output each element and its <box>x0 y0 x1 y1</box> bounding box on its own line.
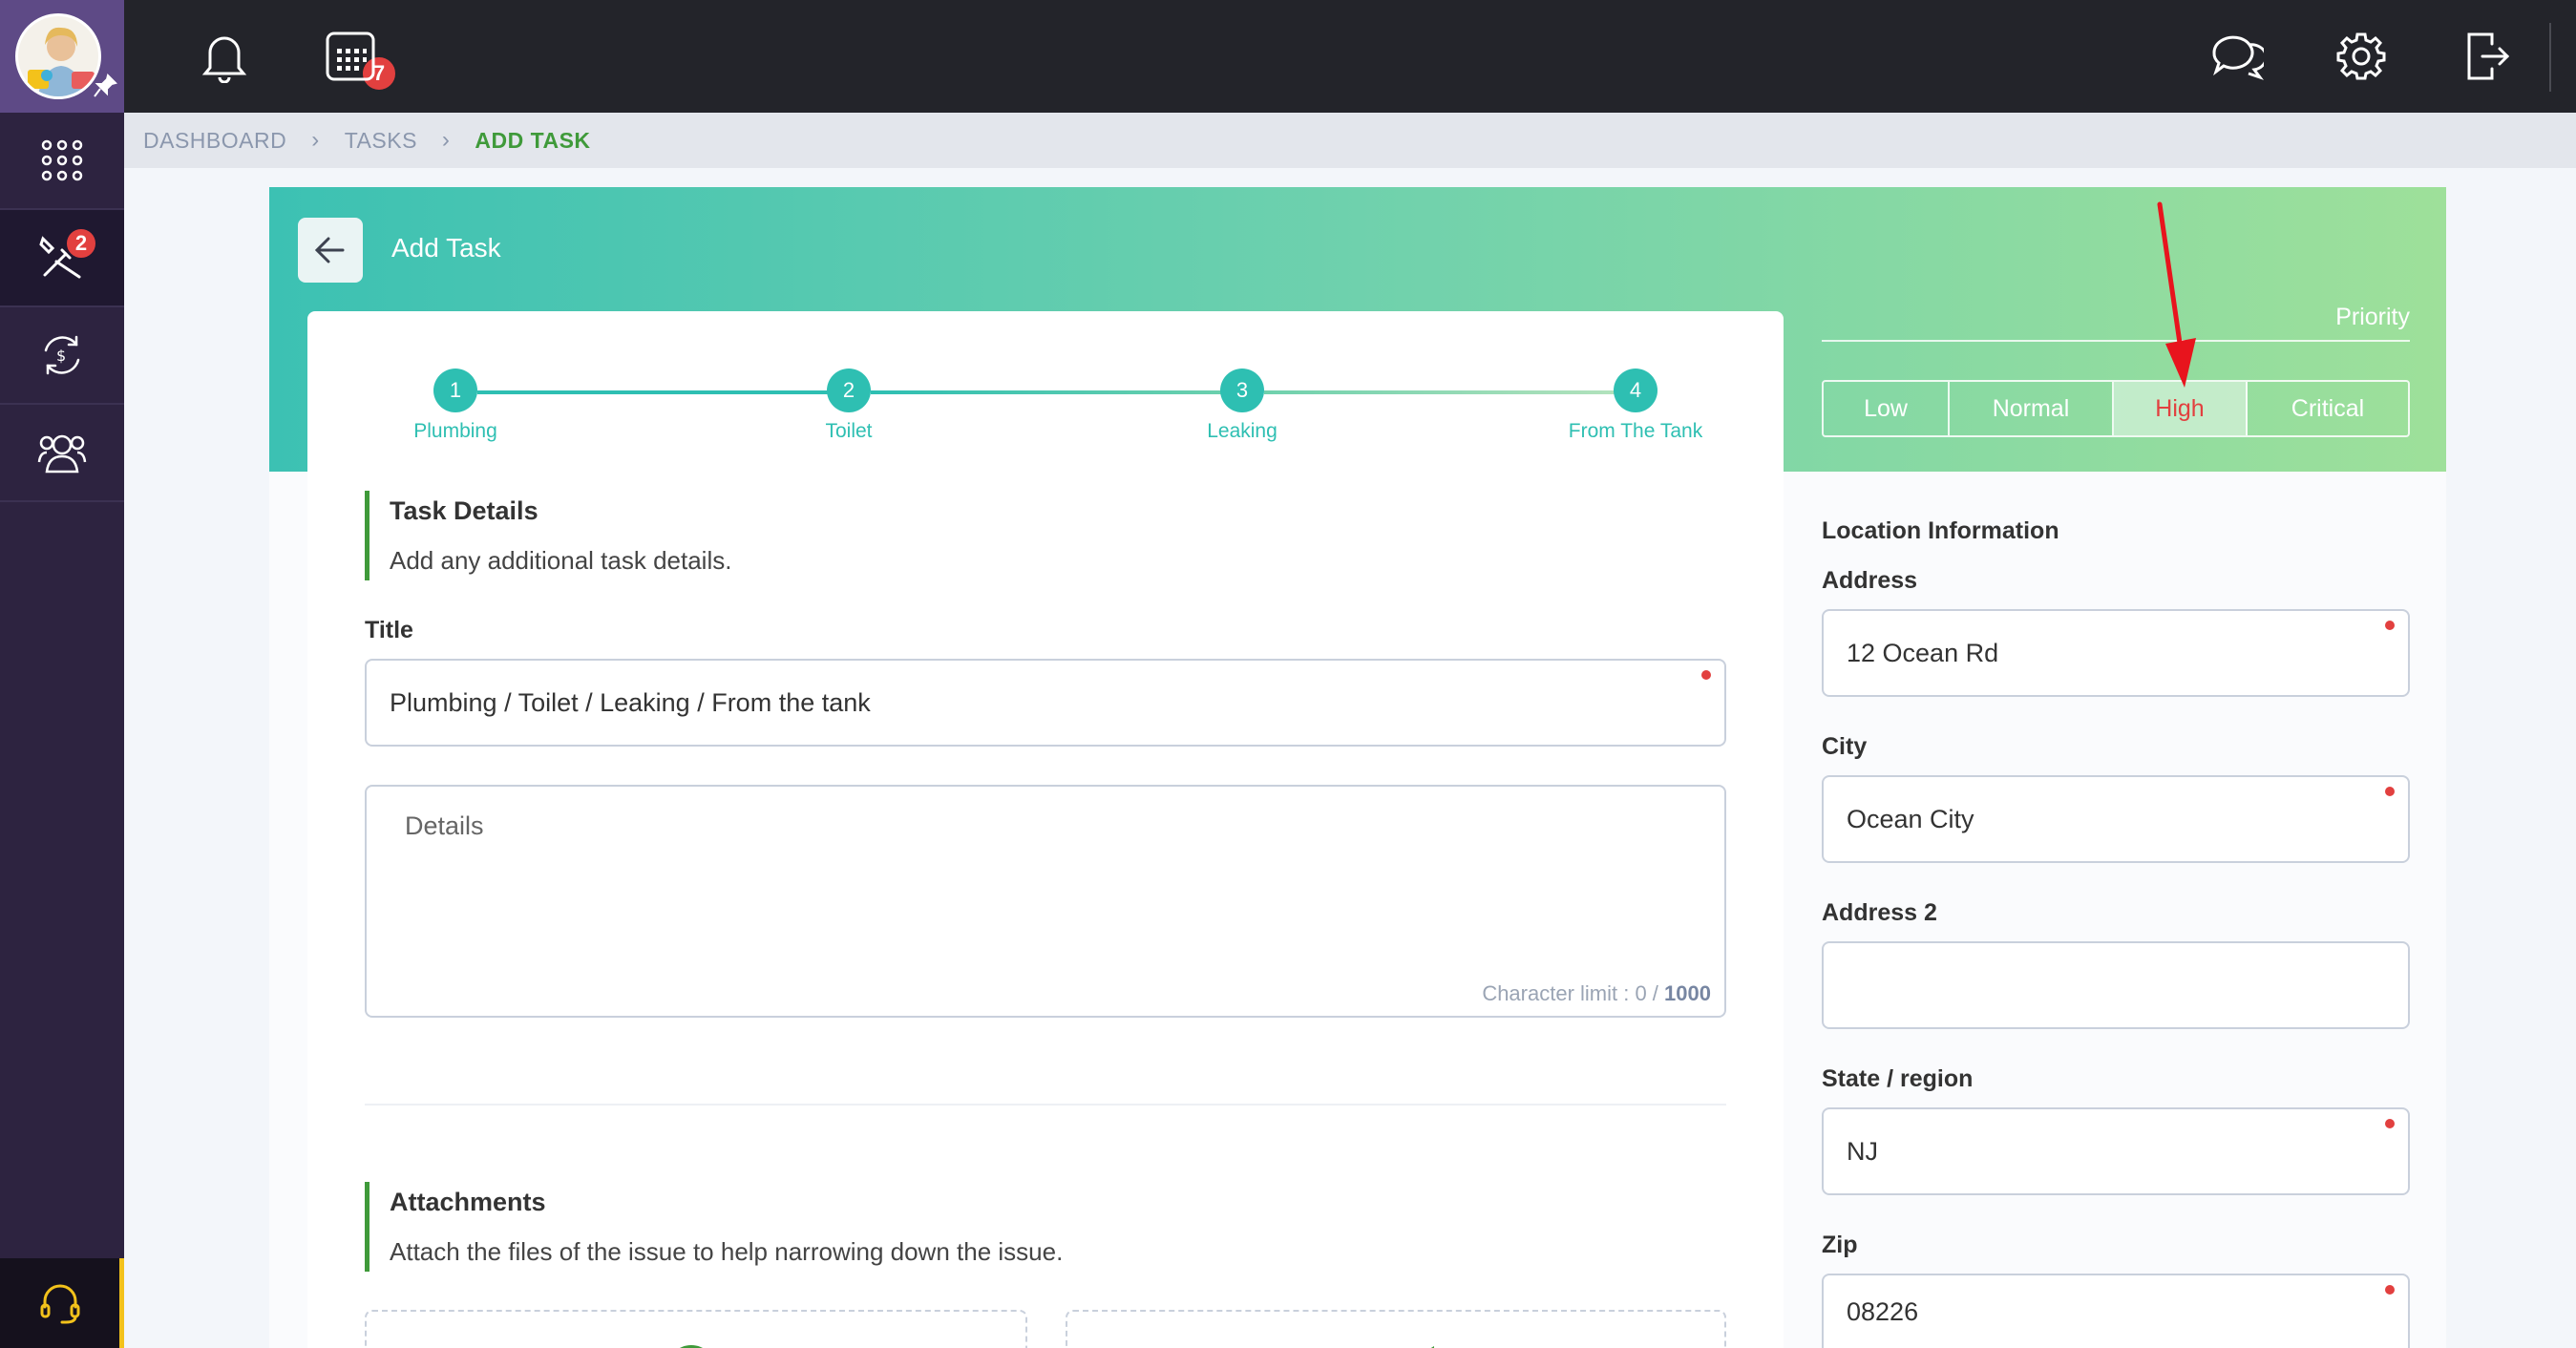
chat-button[interactable] <box>2206 25 2269 88</box>
step-3-label: Leaking <box>1207 420 1277 442</box>
address-input[interactable]: 12 Ocean Rd <box>1822 609 2410 697</box>
title-input-value: Plumbing / Toilet / Leaking / From the t… <box>390 687 871 717</box>
zip-label: Zip <box>1822 1232 1858 1258</box>
sidebar-item-billing[interactable]: $ <box>0 307 124 405</box>
topbar-divider <box>2549 23 2551 92</box>
top-bar: 7 <box>124 0 2576 113</box>
city-label: City <box>1822 733 1868 760</box>
stepper-line <box>871 390 1243 394</box>
pin-icon[interactable] <box>92 73 118 99</box>
details-placeholder: Details <box>405 811 484 840</box>
title-input[interactable]: Plumbing / Toilet / Leaking / From the t… <box>365 659 1726 747</box>
video-icon <box>1430 1346 1434 1348</box>
state-input-value: NJ <box>1847 1136 1878 1166</box>
step-4-dot[interactable]: 4 <box>1614 369 1658 412</box>
required-indicator <box>2385 621 2395 630</box>
zip-input[interactable]: 08226 <box>1822 1274 2410 1348</box>
location-info-title: Location Information <box>1822 517 2059 544</box>
priority-label: Priority <box>2335 304 2410 330</box>
step-3-dot[interactable]: 3 <box>1220 369 1264 412</box>
page-title: Add Task <box>391 233 501 263</box>
breadcrumb-tasks[interactable]: TASKS <box>345 128 417 154</box>
grid-dots-icon <box>41 139 83 181</box>
step-2-dot[interactable]: 2 <box>827 369 871 412</box>
chevron-right-icon: › <box>441 127 451 153</box>
sidebar-item-apps[interactable] <box>0 113 124 210</box>
zip-input-value: 08226 <box>1847 1296 1919 1326</box>
task-details-title: Task Details <box>390 496 538 525</box>
settings-button[interactable] <box>2330 25 2393 88</box>
breadcrumb-current: ADD TASK <box>475 127 591 153</box>
upload-photo-area[interactable] <box>365 1310 1027 1348</box>
required-indicator <box>2385 1119 2395 1128</box>
city-input-value: Ocean City <box>1847 804 1974 833</box>
back-button[interactable] <box>298 218 363 283</box>
breadcrumb: DASHBOARD › TASKS › ADD TASK <box>124 113 2576 168</box>
stepper-line <box>477 390 850 394</box>
stepper-line <box>1264 390 1636 394</box>
logout-icon <box>2467 32 2510 80</box>
logout-button[interactable] <box>2456 25 2519 88</box>
sidebar: 2 $ <box>0 0 124 1348</box>
headset-icon <box>40 1284 79 1324</box>
section-divider <box>365 1104 1726 1106</box>
required-indicator <box>2385 787 2395 796</box>
calendar-button[interactable] <box>319 25 382 88</box>
breadcrumb-dashboard[interactable]: DASHBOARD <box>143 128 286 154</box>
section-accent-bar <box>365 1182 370 1272</box>
priority-normal-button[interactable]: Normal <box>1950 382 2114 435</box>
step-1-dot[interactable]: 1 <box>433 369 477 412</box>
attachments-title: Attachments <box>390 1188 546 1216</box>
notifications-button[interactable] <box>193 25 256 88</box>
priority-selector: Low Normal High Critical <box>1822 380 2410 437</box>
address-label: Address <box>1822 567 1918 594</box>
upload-video-area[interactable] <box>1066 1310 1726 1348</box>
step-1-label: Plumbing <box>413 420 497 442</box>
avatar[interactable] <box>15 13 101 99</box>
character-limit: Character limit : 0 / 1000 <box>1482 981 1711 1005</box>
step-4-label: From The Tank <box>1568 420 1703 442</box>
title-label: Title <box>365 617 413 643</box>
priority-low-button[interactable]: Low <box>1824 382 1950 435</box>
attachments-subtitle: Attach the files of the issue to help na… <box>390 1237 1064 1266</box>
required-indicator <box>1701 670 1711 680</box>
state-label: State / region <box>1822 1065 1974 1092</box>
arrow-left-icon <box>314 237 345 263</box>
city-input[interactable]: Ocean City <box>1822 775 2410 863</box>
priority-critical-button[interactable]: Critical <box>2248 382 2408 435</box>
step-2-label: Toilet <box>825 420 873 442</box>
dollar-cycle-icon: $ <box>44 335 80 375</box>
camera-icon <box>680 1345 703 1348</box>
details-textarea[interactable]: Details Character limit : 0 / 1000 <box>365 785 1726 1018</box>
chat-icon <box>2212 35 2264 80</box>
section-accent-bar <box>365 491 370 580</box>
required-indicator <box>2385 1285 2395 1295</box>
sidebar-item-tasks[interactable]: 2 <box>0 210 124 307</box>
support-button[interactable] <box>0 1258 124 1348</box>
svg-text:$: $ <box>56 347 66 365</box>
bell-icon <box>201 36 247 83</box>
state-input[interactable]: NJ <box>1822 1107 2410 1195</box>
chevron-right-icon: › <box>311 127 320 153</box>
tasks-badge: 2 <box>65 227 97 260</box>
address-input-value: 12 Ocean Rd <box>1847 638 1999 667</box>
users-icon <box>37 434 87 474</box>
annotation-arrow-icon <box>2157 201 2196 388</box>
sidebar-profile <box>0 0 124 113</box>
address2-label: Address 2 <box>1822 899 1937 926</box>
gear-icon <box>2336 32 2386 80</box>
sidebar-item-users[interactable] <box>0 405 124 502</box>
priority-divider <box>1822 340 2410 342</box>
task-details-subtitle: Add any additional task details. <box>390 546 732 575</box>
calendar-icon <box>326 32 375 81</box>
address2-input[interactable] <box>1822 941 2410 1029</box>
